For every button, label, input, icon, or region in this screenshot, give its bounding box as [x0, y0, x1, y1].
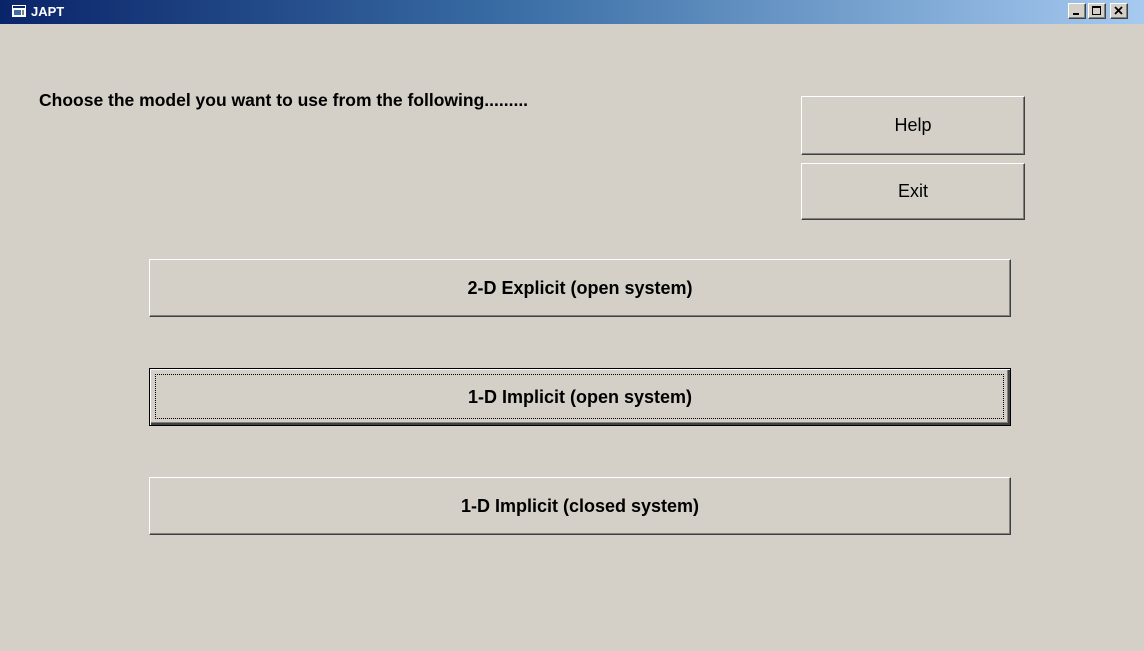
minimize-button[interactable]: [1068, 3, 1086, 19]
window-title: JAPT: [31, 4, 65, 19]
model-1d-implicit-open-button[interactable]: 1-D Implicit (open system): [149, 368, 1011, 426]
help-button[interactable]: Help: [801, 96, 1025, 155]
maximize-icon: [1092, 6, 1101, 15]
close-icon: [1114, 6, 1123, 15]
model-2d-explicit-open-button[interactable]: 2-D Explicit (open system): [149, 259, 1011, 317]
instruction-label: Choose the model you want to use from th…: [39, 90, 529, 110]
model-1d-implicit-closed-button[interactable]: 1-D Implicit (closed system): [149, 477, 1011, 535]
model-button-label: 1-D Implicit (closed system): [460, 495, 700, 516]
model-button-label: 1-D Implicit (open system): [467, 386, 693, 407]
model-button-label: 2-D Explicit (open system): [467, 277, 693, 298]
close-button[interactable]: [1110, 3, 1128, 19]
help-button-label: Help: [894, 115, 932, 135]
title-bar[interactable]: JAPT: [0, 0, 1144, 24]
exit-button[interactable]: Exit: [801, 163, 1025, 220]
maximize-button[interactable]: [1088, 3, 1106, 19]
exit-button-label: Exit: [897, 181, 928, 201]
minimize-icon: [1073, 13, 1079, 15]
app-icon: [12, 5, 26, 17]
